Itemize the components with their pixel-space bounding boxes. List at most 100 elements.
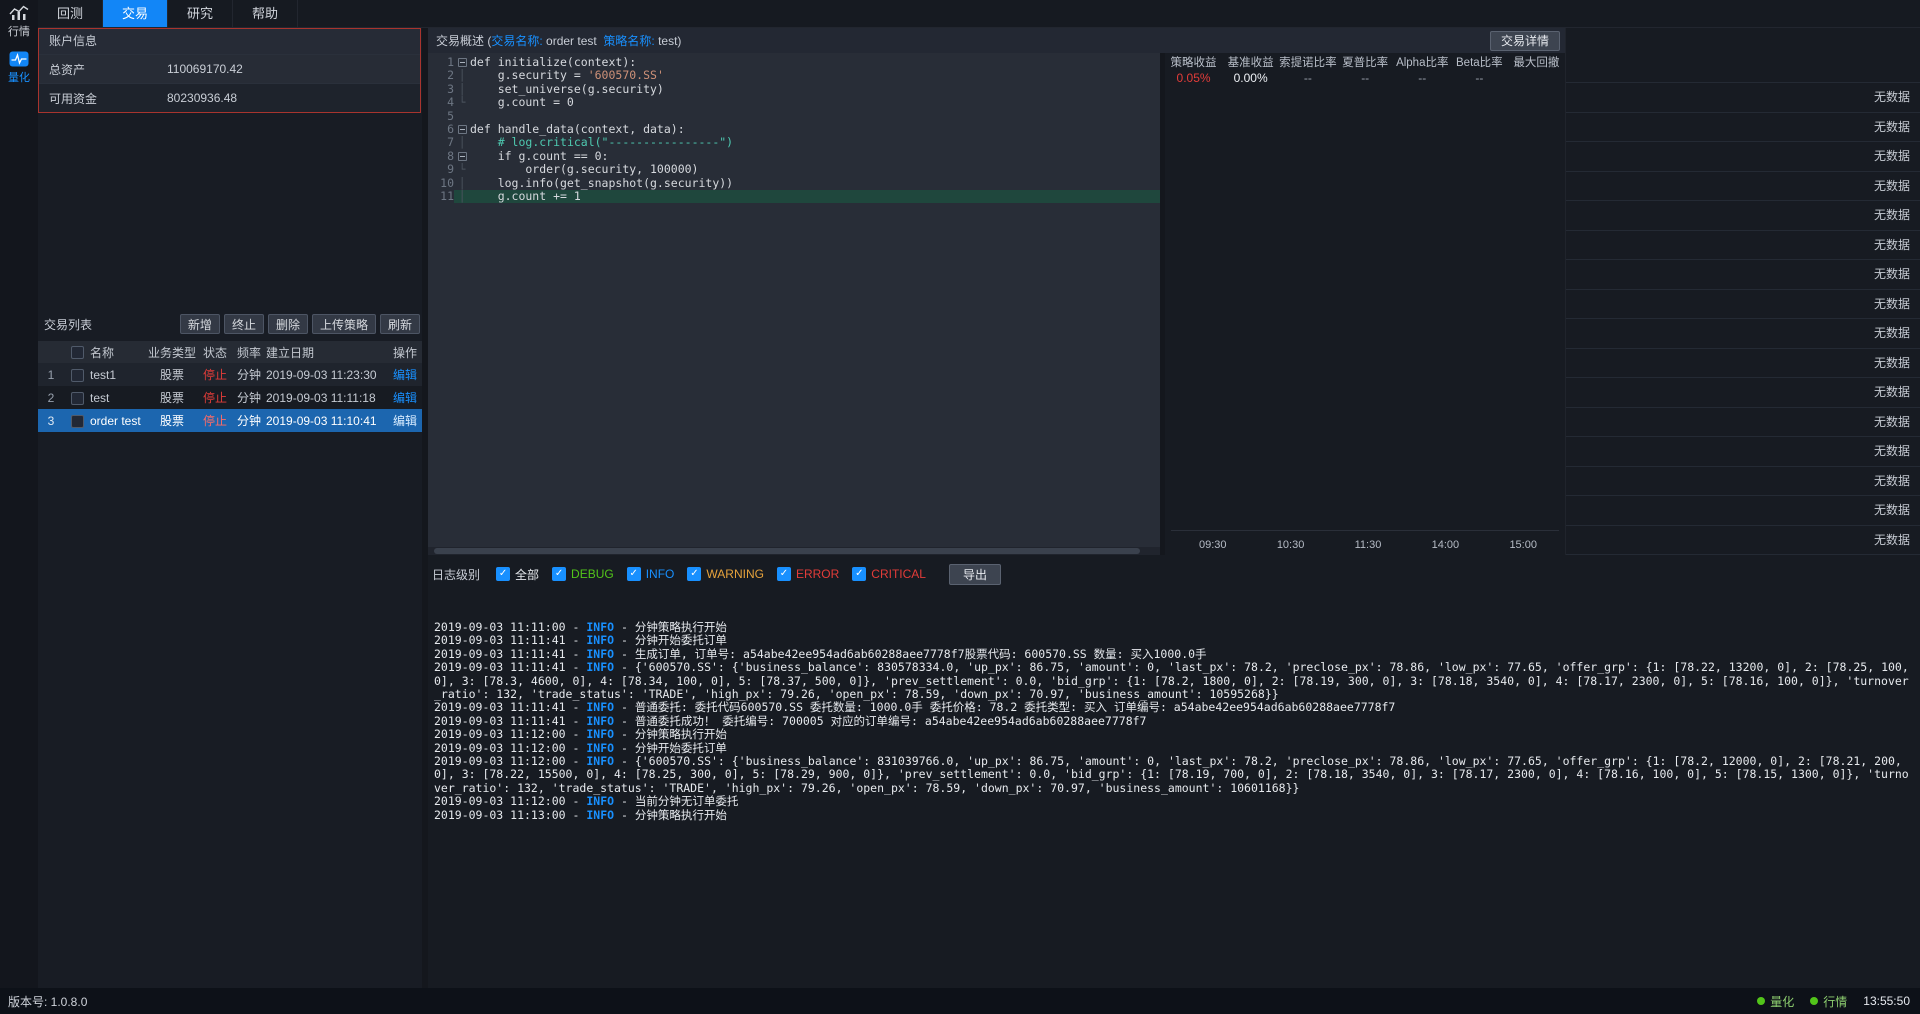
- fold-toggle-icon[interactable]: [454, 56, 470, 69]
- refresh-button[interactable]: 刷新: [380, 314, 420, 334]
- checkbox-icon[interactable]: ✓: [552, 567, 566, 581]
- metric-label: 基准收益: [1222, 55, 1279, 71]
- log-entry: 2019-09-03 11:13:00 - INFO - 分钟策略执行开始: [434, 809, 1912, 822]
- fold-toggle-icon[interactable]: [454, 123, 470, 136]
- log-message: 当前分钟无订单委托: [635, 794, 739, 808]
- row-checkbox[interactable]: [71, 392, 84, 405]
- terminate-button[interactable]: 终止: [224, 314, 264, 334]
- trade-detail-button[interactable]: 交易详情: [1490, 31, 1560, 51]
- code-editor[interactable]: 1def initialize(context):2│ g.security =…: [428, 53, 1160, 555]
- log-timestamp: 2019-09-03 11:12:00: [434, 727, 566, 741]
- quant-wave-icon: [9, 51, 29, 67]
- log-entry: 2019-09-03 11:12:00 - INFO - {'600570.SS…: [434, 755, 1912, 795]
- tab-backtest[interactable]: 回测: [38, 0, 103, 27]
- checkbox-icon[interactable]: ✓: [627, 567, 641, 581]
- log-level: INFO: [586, 620, 614, 634]
- log-filter-all[interactable]: ✓全部: [496, 566, 539, 583]
- code-line[interactable]: 7│ # log.critical("----------------"): [428, 136, 1160, 149]
- export-button[interactable]: 导出: [949, 564, 1001, 585]
- checkbox-icon[interactable]: ✓: [852, 567, 866, 581]
- fold-guide: └: [454, 96, 470, 109]
- code-text: g.count = 0: [470, 96, 1160, 109]
- log-level: INFO: [586, 794, 614, 808]
- select-all-checkbox[interactable]: [71, 346, 84, 359]
- fold-guide: │: [454, 190, 470, 203]
- editor-horizontal-scrollbar[interactable]: [428, 547, 1160, 555]
- clock: 13:55:50: [1863, 994, 1910, 1008]
- code-line[interactable]: 3│ set_universe(g.security): [428, 83, 1160, 96]
- code-line[interactable]: 8 if g.count == 0:: [428, 150, 1160, 163]
- table-row[interactable]: 1test1股票停止分钟2019-09-03 11:23:30编辑: [38, 363, 422, 386]
- filter-label: WARNING: [706, 567, 764, 581]
- sidebar-item-quant[interactable]: 量化: [0, 46, 38, 92]
- code-line[interactable]: 2│ g.security = '600570.SS': [428, 69, 1160, 82]
- main-nav: 回测交易研究帮助: [38, 0, 1920, 28]
- code-line[interactable]: 4└ g.count = 0: [428, 96, 1160, 109]
- upload-strategy-button[interactable]: 上传策略: [312, 314, 376, 334]
- table-row[interactable]: 2test股票停止分钟2019-09-03 11:11:18编辑: [38, 386, 422, 409]
- tab-trade[interactable]: 交易: [103, 0, 168, 27]
- code-line[interactable]: 10│ log.info(get_snapshot(g.security)): [428, 177, 1160, 190]
- log-entry: 2019-09-03 11:11:41 - INFO - 生成订单, 订单号: …: [434, 648, 1912, 661]
- log-filter-debug[interactable]: ✓ DEBUG: [552, 567, 614, 581]
- chart-x-axis: 09:3010:3011:3014:0015:00: [1199, 539, 1537, 551]
- filter-label: DEBUG: [571, 567, 614, 581]
- code-line[interactable]: 11│ g.count += 1: [428, 190, 1160, 203]
- version-label: 版本号: 1.0.8.0: [8, 993, 1757, 1010]
- log-output[interactable]: 2019-09-03 11:11:00 - INFO - 分钟策略执行开始201…: [434, 621, 1912, 822]
- tab-research[interactable]: 研究: [168, 0, 233, 27]
- checkbox-icon[interactable]: ✓: [777, 567, 791, 581]
- log-filter-info[interactable]: ✓INFO: [627, 567, 675, 581]
- table-row[interactable]: 3order test股票停止分钟2019-09-03 11:10:41编辑: [38, 409, 422, 432]
- checkbox-icon[interactable]: ✓: [496, 567, 510, 581]
- sidebar-item-market[interactable]: 行情: [0, 0, 38, 46]
- log-filter-error[interactable]: ✓ERROR: [777, 567, 839, 581]
- frequency-column-header: 频率: [232, 344, 266, 361]
- detail-table-rows: 无数据无数据无数据无数据无数据无数据无数据无数据无数据无数据无数据无数据无数据无…: [1566, 82, 1920, 555]
- row-checkbox[interactable]: [71, 415, 84, 428]
- log-level: INFO: [586, 633, 614, 647]
- no-data-row: 无数据: [1566, 260, 1920, 290]
- row-frequency: 分钟: [232, 412, 266, 429]
- no-data-row: 无数据: [1566, 201, 1920, 231]
- code-line[interactable]: 1def initialize(context):: [428, 56, 1160, 69]
- fold-toggle-icon[interactable]: [454, 150, 470, 163]
- x-axis-label: 15:00: [1509, 539, 1537, 551]
- code-line[interactable]: 9└ order(g.security, 100000): [428, 163, 1160, 176]
- row-status: 停止: [198, 389, 232, 406]
- available-funds-label: 可用资金: [39, 90, 167, 107]
- status-dot: [1757, 997, 1765, 1005]
- log-message: 生成订单, 订单号: a54abe42ee954ad6ab60288aee777…: [635, 647, 1207, 661]
- row-checkbox[interactable]: [71, 369, 84, 382]
- metric-value: --: [1337, 71, 1394, 86]
- row-checkbox-cell: [64, 367, 90, 381]
- delete-button[interactable]: 删除: [268, 314, 308, 334]
- checkbox-icon[interactable]: ✓: [687, 567, 701, 581]
- row-name: test1: [90, 368, 146, 382]
- edit-link[interactable]: 编辑: [388, 412, 422, 429]
- metric-value: --: [1394, 71, 1451, 86]
- sidebar-item-label: 量化: [0, 69, 38, 85]
- code-line[interactable]: 6def handle_data(context, data):: [428, 123, 1160, 136]
- row-frequency: 分钟: [232, 366, 266, 383]
- tab-help[interactable]: 帮助: [233, 0, 298, 27]
- edit-link[interactable]: 编辑: [388, 366, 422, 383]
- add-button[interactable]: 新增: [180, 314, 220, 334]
- edit-link[interactable]: 编辑: [388, 389, 422, 406]
- no-data-row: 无数据: [1566, 496, 1920, 526]
- total-assets-label: 总资产: [39, 61, 167, 78]
- log-filter-warning[interactable]: ✓ WARNING: [687, 567, 764, 581]
- row-checkbox-cell: [64, 413, 90, 427]
- status-column-header: 状态: [198, 344, 232, 361]
- no-data-row: 无数据: [1566, 408, 1920, 438]
- code-line[interactable]: 5: [428, 110, 1160, 123]
- log-message: 分钟策略执行开始: [635, 620, 727, 634]
- quant-status-indicator: 量化: [1757, 993, 1794, 1010]
- row-index: 2: [38, 391, 64, 405]
- log-filter-critical[interactable]: ✓CRITICAL: [852, 567, 926, 581]
- log-entry: 2019-09-03 11:12:00 - INFO - 分钟策略执行开始: [434, 728, 1912, 741]
- no-data-row: 无数据: [1566, 378, 1920, 408]
- scrollbar-thumb[interactable]: [434, 548, 1140, 554]
- created-column-header: 建立日期: [266, 344, 388, 361]
- log-timestamp: 2019-09-03 11:11:41: [434, 633, 566, 647]
